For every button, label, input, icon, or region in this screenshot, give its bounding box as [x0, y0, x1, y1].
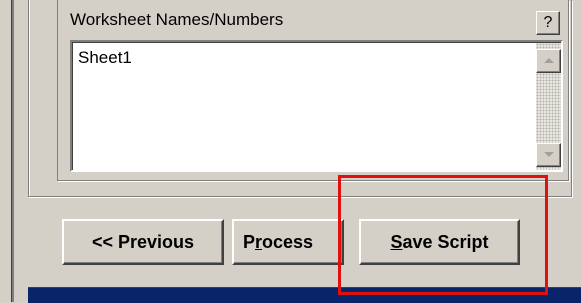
- triangle-up-icon: [544, 58, 554, 63]
- vertical-scrollbar[interactable]: [536, 43, 561, 170]
- process-button[interactable]: Pr ocess: [232, 219, 344, 265]
- help-button[interactable]: ?: [536, 11, 560, 35]
- list-item[interactable]: Sheet1: [78, 48, 132, 68]
- window-edge: [0, 0, 14, 302]
- process-label-prefix: P: [243, 231, 256, 252]
- highlight-box: [338, 175, 548, 295]
- triangle-down-icon: [544, 152, 554, 157]
- previous-button-label: << Previous: [91, 231, 195, 252]
- scroll-up-button[interactable]: [536, 49, 561, 73]
- worksheet-listbox[interactable]: Sheet1: [70, 40, 563, 172]
- scroll-down-button[interactable]: [536, 143, 561, 167]
- process-label-suffix: ocess: [262, 231, 314, 252]
- previous-button[interactable]: << Previous: [62, 219, 224, 265]
- worksheet-group-label: Worksheet Names/Numbers: [70, 10, 284, 29]
- process-label-mnemonic: r: [255, 231, 263, 252]
